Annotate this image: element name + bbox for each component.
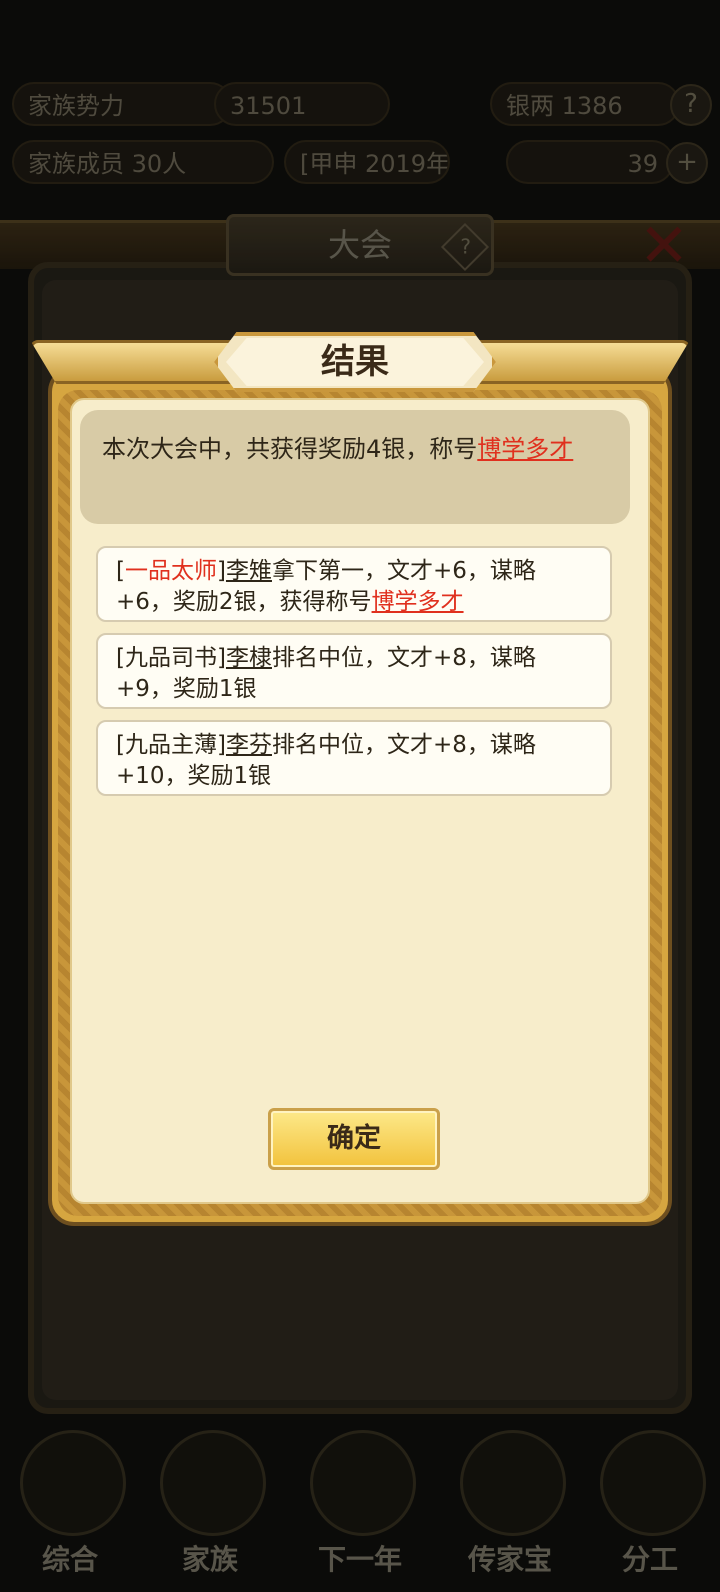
result-summary: 本次大会中，共获得奖励4银，称号博学多才 <box>80 410 630 524</box>
rank-label: 一品太师 <box>124 558 217 584</box>
summary-text: 本次大会中，共获得奖励4银，称号 <box>102 435 478 463</box>
summary-title-link[interactable]: 博学多才 <box>477 435 573 463</box>
member-name-link[interactable]: 李棣 <box>226 645 272 671</box>
rank-bracket-open: [ <box>116 558 125 584</box>
rank-label: 九品主薄 <box>124 732 217 758</box>
confirm-button[interactable]: 确定 <box>268 1108 440 1170</box>
rank-bracket-close: ] <box>216 645 226 671</box>
modal-title: 结果 <box>321 342 389 382</box>
award-title-link[interactable]: 博学多才 <box>372 589 464 615</box>
rank-bracket-open: [ <box>116 732 125 758</box>
result-entry: [九品主薄]李芬排名中位，文才+8，谋略+10，奖励1银 <box>96 720 612 796</box>
result-entry: [九品司书]李棣排名中位，文才+8，谋略+9，奖励1银 <box>96 633 612 709</box>
rank-bracket-close: ] <box>216 558 226 584</box>
rank-bracket-open: [ <box>116 645 125 671</box>
member-name-link[interactable]: 李芬 <box>226 732 272 758</box>
rank-bracket-close: ] <box>216 732 226 758</box>
rank-label: 九品司书 <box>124 645 217 671</box>
result-entry: [一品太师]李雉拿下第一，文才+6，谋略+6，奖励2银，获得称号博学多才 <box>96 546 612 622</box>
member-name-link[interactable]: 李雉 <box>226 558 272 584</box>
